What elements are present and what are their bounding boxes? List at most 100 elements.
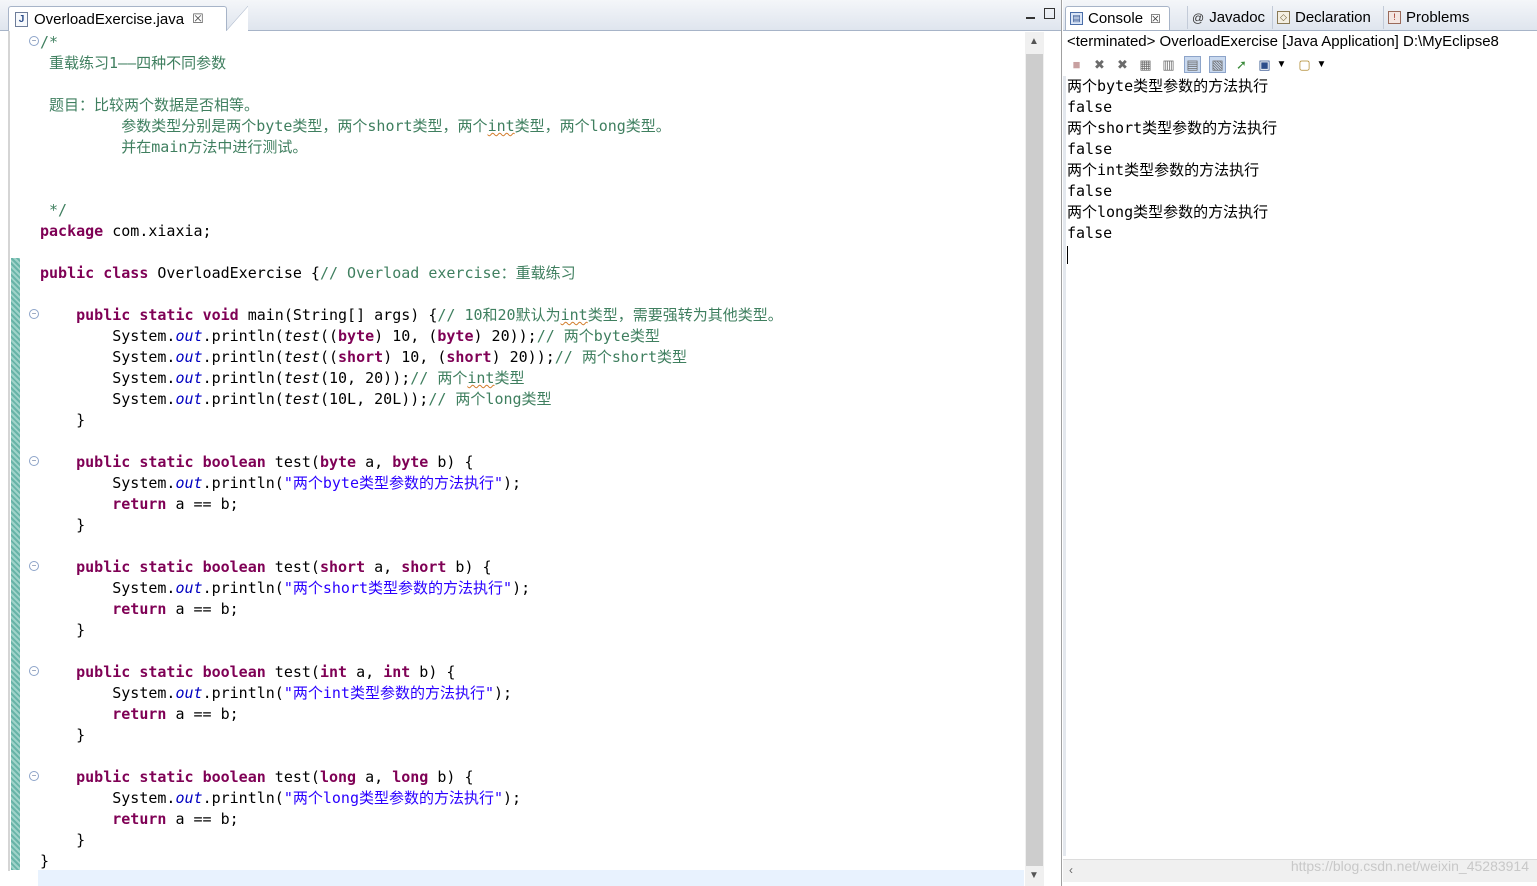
minimize-icon[interactable] <box>1025 14 1035 19</box>
code-line[interactable]: public static void main(String[] args) {… <box>40 305 1020 326</box>
code-token: out <box>175 579 203 597</box>
fold-toggle-icon[interactable]: − <box>29 36 39 46</box>
tab-declaration[interactable]: ◇ Declaration <box>1272 6 1375 29</box>
console-left-border <box>1063 76 1066 856</box>
open-console-icon[interactable]: ▢ <box>1297 57 1312 72</box>
code-line[interactable]: } <box>40 851 1020 872</box>
fold-toggle-icon[interactable]: − <box>29 309 39 319</box>
code-token: test <box>283 327 320 345</box>
code-token: int <box>467 369 495 387</box>
code-line[interactable]: } <box>40 515 1020 536</box>
fold-toggle-icon[interactable]: − <box>29 561 39 571</box>
maximize-icon[interactable] <box>1044 8 1055 19</box>
editor-vertical-scrollbar[interactable]: ▲ ▼ <box>1025 32 1044 886</box>
code-token: } <box>40 831 86 849</box>
fold-toggle-icon[interactable]: − <box>29 456 39 466</box>
code-line[interactable]: System.out.println("两个int类型参数的方法执行"); <box>40 683 1020 704</box>
code-token: long <box>319 768 357 786</box>
scroll-up-icon[interactable]: ▲ <box>1029 36 1039 47</box>
show-on-stderr-icon[interactable]: ▧ <box>1209 55 1226 73</box>
show-on-stdout-icon[interactable]: ▤ <box>1184 55 1201 73</box>
code-line[interactable]: */ <box>40 200 1020 221</box>
code-token: } <box>40 411 86 429</box>
code-line[interactable]: return a == b; <box>40 494 1020 515</box>
remove-launch-icon[interactable]: ✖ <box>1092 57 1107 72</box>
code-line[interactable]: System.out.println(test((short) 10, (sho… <box>40 347 1020 368</box>
console-line: 两个short类型参数的方法执行 <box>1067 119 1278 137</box>
code-line[interactable] <box>40 74 1020 95</box>
code-line[interactable] <box>40 242 1020 263</box>
code-line[interactable]: 并在main方法中进行测试。 <box>40 137 1020 158</box>
fold-toggle-icon[interactable]: − <box>29 666 39 676</box>
code-line[interactable] <box>40 536 1020 557</box>
scroll-lock-icon[interactable]: ▥ <box>1161 57 1176 72</box>
code-line[interactable]: public static boolean test(byte a, byte … <box>40 452 1020 473</box>
code-token: */ <box>40 201 68 219</box>
code-line[interactable]: System.out.println("两个short类型参数的方法执行"); <box>40 578 1020 599</box>
scroll-down-icon[interactable]: ▼ <box>1029 870 1039 881</box>
code-line[interactable]: public static boolean test(short a, shor… <box>40 557 1020 578</box>
remove-all-terminated-icon[interactable]: ✖ <box>1115 57 1130 72</box>
code-line[interactable]: System.out.println(test(10, 20));// 两个in… <box>40 368 1020 389</box>
chevron-down-icon[interactable]: ▼ <box>1274 57 1289 72</box>
code-token: (( <box>319 348 339 366</box>
code-line[interactable]: return a == b; <box>40 809 1020 830</box>
code-line[interactable]: 重载练习1——四种不同参数 <box>40 53 1020 74</box>
code-token: out <box>175 684 203 702</box>
code-line[interactable]: } <box>40 620 1020 641</box>
code-token: byte <box>319 453 357 471</box>
code-line[interactable]: package com.xiaxia; <box>40 221 1020 242</box>
display-selected-console-icon[interactable]: ▣ <box>1257 57 1272 72</box>
clear-console-icon[interactable]: ▦ <box>1138 57 1153 72</box>
code-line[interactable] <box>40 179 1020 200</box>
code-line[interactable]: /* <box>40 32 1020 53</box>
console-output[interactable]: 两个byte类型参数的方法执行 false 两个short类型参数的方法执行 fals… <box>1067 76 1277 265</box>
code-token: byte <box>338 327 375 345</box>
tab-console[interactable]: ▤ Console ☒ <box>1065 6 1170 30</box>
code-token: "两个byte类型参数的方法执行" <box>283 474 504 492</box>
code-line[interactable] <box>40 284 1020 305</box>
code-line[interactable]: return a == b; <box>40 599 1020 620</box>
code-line[interactable]: public static boolean test(int a, int b)… <box>40 662 1020 683</box>
code-line[interactable]: public static boolean test(long a, long … <box>40 767 1020 788</box>
scroll-left-icon[interactable]: ‹ <box>1069 863 1073 877</box>
code-token: b) { <box>410 663 456 681</box>
code-line[interactable]: 参数类型分别是两个byte类型，两个short类型，两个int类型，两个long… <box>40 116 1020 137</box>
code-token: .println( <box>202 579 284 597</box>
code-line[interactable]: } <box>40 830 1020 851</box>
code-token: ); <box>503 474 522 492</box>
code-token: ) 20)); <box>491 348 555 366</box>
code-line[interactable] <box>40 746 1020 767</box>
code-line[interactable]: 题目：比较两个数据是否相等。 <box>40 95 1020 116</box>
code-line[interactable]: System.out.println(test((byte) 10, (byte… <box>40 326 1020 347</box>
code-line[interactable]: } <box>40 725 1020 746</box>
code-token: out <box>175 789 203 807</box>
code-line[interactable] <box>40 431 1020 452</box>
tab-overload-exercise[interactable]: J OverloadExercise.java ☒ <box>8 6 248 31</box>
scrollbar-thumb[interactable] <box>1026 54 1043 866</box>
code-token: .println( <box>202 789 284 807</box>
code-line[interactable]: return a == b; <box>40 704 1020 725</box>
tab-javadoc[interactable]: @ Javadoc <box>1187 6 1269 29</box>
code-line[interactable] <box>40 641 1020 662</box>
code-line[interactable] <box>40 158 1020 179</box>
code-line[interactable]: } <box>40 410 1020 431</box>
close-icon[interactable]: ☒ <box>192 11 204 27</box>
code-token: System. <box>40 789 176 807</box>
chevron-down-icon[interactable]: ▼ <box>1314 57 1329 72</box>
code-line[interactable]: public class OverloadExercise {// Overlo… <box>40 263 1020 284</box>
code-editor[interactable]: /* 重载练习1——四种不同参数 题目：比较两个数据是否相等。 参数类型分别是两… <box>40 32 1020 872</box>
editor-tab-bar: J OverloadExercise.java ☒ <box>0 0 1061 31</box>
pin-console-icon[interactable]: ➚ <box>1234 57 1249 72</box>
code-line[interactable]: System.out.println("两个byte类型参数的方法执行"); <box>40 473 1020 494</box>
code-line[interactable]: System.out.println("两个long类型参数的方法执行"); <box>40 788 1020 809</box>
fold-toggle-icon[interactable]: − <box>29 771 39 781</box>
close-icon[interactable]: ☒ <box>1150 12 1161 26</box>
code-token: return <box>112 705 167 723</box>
code-line[interactable]: System.out.println(test(10L, 20L));// 两个… <box>40 389 1020 410</box>
terminate-icon[interactable]: ■ <box>1069 57 1084 72</box>
tab-problems[interactable]: ! Problems <box>1383 6 1473 29</box>
